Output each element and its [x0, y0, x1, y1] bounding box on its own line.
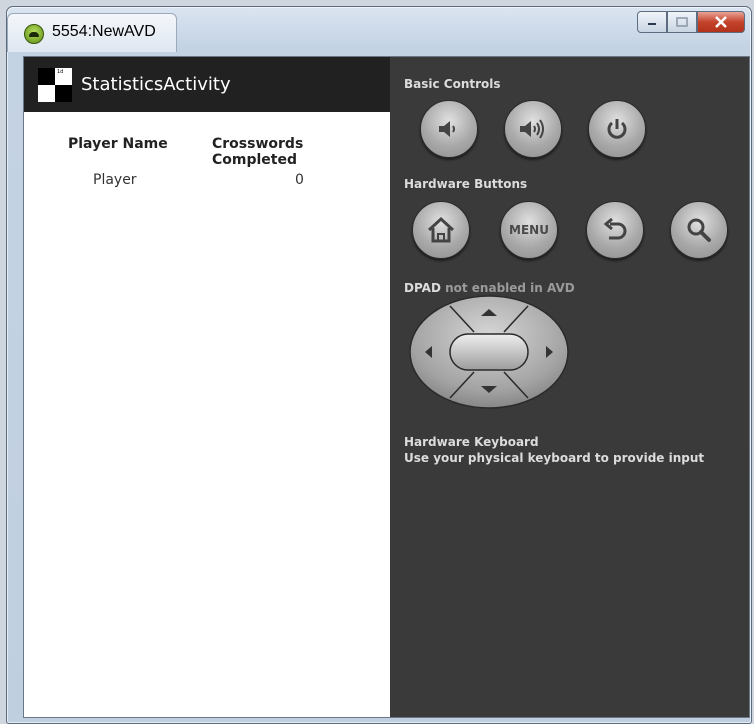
minimize-button[interactable] — [637, 11, 667, 33]
header-crosswords-completed: Crosswords Completed — [212, 136, 304, 168]
cell-player-name: Player — [93, 172, 137, 188]
hardware-buttons-label: Hardware Buttons — [404, 177, 528, 191]
search-button[interactable] — [670, 201, 728, 259]
caption-buttons — [637, 11, 745, 33]
power-button[interactable] — [588, 100, 646, 158]
volume-up-button[interactable] — [504, 100, 562, 158]
header-player-name: Player Name — [68, 136, 168, 152]
window-title: 5554:NewAVD — [52, 23, 156, 40]
search-icon — [687, 218, 711, 242]
cell-crosswords-completed: 0 — [295, 172, 304, 188]
close-button[interactable] — [697, 11, 745, 33]
back-button[interactable] — [586, 201, 644, 259]
home-button[interactable] — [412, 201, 470, 259]
dpad-label: DPAD not enabled in AVD — [404, 281, 575, 295]
activity-title: StatisticsActivity — [81, 74, 231, 95]
dpad[interactable] — [408, 294, 570, 410]
basic-controls-label: Basic Controls — [404, 77, 501, 91]
dpad-label-note: not enabled in AVD — [445, 281, 575, 295]
dpad-label-title: DPAD — [404, 281, 441, 295]
device-screen[interactable]: 1d 2a StatisticsActivity Player Name Cros… — [24, 57, 390, 717]
menu-button-label: MENU — [509, 223, 549, 237]
maximize-icon — [676, 17, 688, 27]
volume-down-icon — [439, 121, 455, 137]
home-icon — [427, 216, 455, 243]
action-bar: 1d 2a StatisticsActivity — [24, 57, 390, 112]
emulator-window: 5554:NewAVD 1d 2a StatisticsActivity Pla… — [6, 6, 752, 724]
close-icon — [715, 16, 727, 28]
back-icon — [603, 217, 627, 240]
volume-up-icon — [520, 119, 544, 139]
hardware-keyboard-note: Use your physical keyboard to provide in… — [404, 451, 705, 465]
volume-down-button[interactable] — [420, 100, 478, 158]
control-panel: Basic Controls Hardware Buttons MENU DPA… — [390, 57, 749, 717]
emulator-client: 1d 2a StatisticsActivity Player Name Cros… — [23, 56, 750, 718]
app-icon: 1d 2a — [38, 68, 72, 102]
emulator-icon — [24, 24, 44, 44]
maximize-button[interactable] — [667, 11, 697, 33]
hardware-keyboard-title: Hardware Keyboard — [404, 435, 539, 449]
title-bar[interactable]: 5554:NewAVD — [7, 7, 751, 52]
power-icon — [607, 119, 627, 139]
menu-button[interactable]: MENU — [500, 201, 558, 259]
minimize-icon — [648, 23, 656, 25]
